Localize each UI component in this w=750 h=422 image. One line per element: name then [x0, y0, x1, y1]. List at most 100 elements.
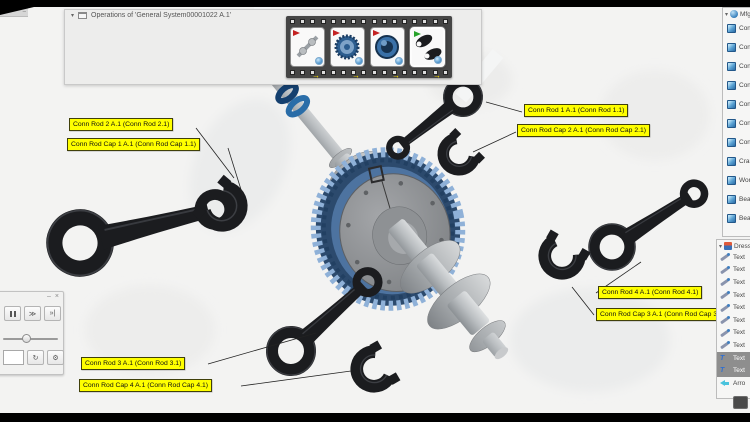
part-label-conn-rod-cap-3[interactable]: Conn Rod Cap 3 A.1 (Conn Rod Cap 3.1)	[596, 308, 729, 321]
tree-item[interactable]: Text	[717, 264, 750, 277]
conn-rod-cap-4[interactable]	[348, 340, 401, 397]
slider-handle[interactable]	[22, 334, 31, 343]
tree-item[interactable]: Arro	[717, 377, 750, 390]
part-label-conn-rod-2[interactable]: Conn Rod 2 A.1 (Conn Rod 2.1)	[69, 118, 173, 131]
pause-button[interactable]	[4, 306, 21, 321]
tree-item-selected[interactable]: TText	[717, 352, 750, 365]
part-label-conn-rod-4[interactable]: Conn Rod 4 A.1 (Conn Rod 4.1)	[598, 286, 702, 299]
part-cube-icon	[727, 24, 736, 33]
part-label-conn-rod-1[interactable]: Conn Rod 1 A.1 (Conn Rod 1.1)	[524, 104, 628, 117]
tree-item-label: Conn	[739, 25, 750, 32]
tree-item[interactable]: Conn	[723, 19, 750, 38]
part-label-conn-rod-cap-4[interactable]: Conn Rod Cap 4 A.1 (Conn Rod Cap 4.1)	[79, 379, 212, 392]
close-icon[interactable]: ×	[55, 293, 59, 300]
timeline-slider[interactable]	[3, 338, 58, 340]
tree-item[interactable]: Conn	[723, 114, 750, 133]
part-cube-icon	[727, 138, 736, 147]
part-cube-icon	[727, 81, 736, 90]
part-label-conn-rod-cap-1[interactable]: Conn Rod Cap 1 A.1 (Conn Rod Cap 1.1)	[67, 138, 200, 151]
collapse-arrow-icon[interactable]: ▾	[725, 11, 728, 18]
tree-item-label: Text	[733, 367, 745, 374]
tree-item-selected[interactable]: TText	[717, 364, 750, 377]
sequence-arrow-icon: →	[312, 71, 320, 80]
sequence-arrow-icon: →	[352, 71, 360, 80]
text-annotation-icon	[720, 315, 730, 325]
tree-item-label: Conn	[739, 139, 750, 146]
tree-item-label: Text	[733, 266, 745, 273]
tree-item[interactable]: Conn	[723, 38, 750, 57]
operations-panel: ▾ Operations of 'General System00001022 …	[64, 9, 482, 85]
sequence-arrow-icon: →	[433, 71, 441, 80]
tree-item[interactable]: Cran	[723, 152, 750, 171]
part-cube-icon	[727, 43, 736, 52]
text-annotation-icon	[720, 290, 730, 300]
mfg-panel-header[interactable]: ▾ Mfg	[723, 8, 750, 19]
video-overlay-icon[interactable]	[733, 396, 748, 409]
tree-item-label: Conn	[739, 120, 750, 127]
skip-to-end-icon: »|	[50, 310, 56, 317]
player-settings-button[interactable]: ⚙	[47, 350, 64, 365]
tree-item[interactable]: Text	[717, 289, 750, 302]
tree-item-label: Arro	[733, 380, 745, 387]
text-annotation-icon	[720, 328, 730, 338]
product-sphere-icon	[730, 10, 738, 18]
conn-rod-cap-2[interactable]	[433, 128, 485, 180]
tree-item[interactable]: Text	[717, 339, 750, 352]
part-cube-icon	[727, 62, 736, 71]
operation-type-icon	[355, 57, 363, 65]
conn-rod-cap-3[interactable]	[533, 230, 590, 283]
tree-item[interactable]: Conn	[723, 57, 750, 76]
tree-item[interactable]: Text	[717, 314, 750, 327]
letterbox-bottom	[0, 413, 750, 422]
tree-item[interactable]: Conn	[723, 133, 750, 152]
tree-item-label: Bear	[739, 196, 750, 203]
status-flag-icon	[414, 31, 421, 37]
status-flag-icon	[333, 30, 340, 36]
part-label-conn-rod-cap-2[interactable]: Conn Rod Cap 2 A.1 (Conn Rod Cap 2.1)	[517, 124, 650, 137]
tree-item[interactable]: Text	[717, 327, 750, 340]
operations-panel-title: Operations of 'General System00001022 A.…	[91, 12, 231, 19]
tree-item[interactable]: Text	[717, 276, 750, 289]
tree-item-label: Text	[733, 355, 745, 362]
tree-item[interactable]: Worm	[723, 171, 750, 190]
tree-item[interactable]: Text	[717, 251, 750, 264]
loop-button[interactable]: ↻	[27, 350, 44, 365]
letterbox-top	[0, 0, 750, 7]
conn-rod-3[interactable]	[257, 257, 392, 385]
fast-forward-button[interactable]: ≫	[24, 306, 41, 321]
operation-frame-crankshaft[interactable]	[290, 27, 325, 67]
text-note-icon: T	[720, 367, 730, 374]
skip-to-end-button[interactable]: »|	[44, 306, 61, 321]
minimize-icon[interactable]: –	[47, 293, 51, 300]
tree-item-label: Worm	[739, 177, 750, 184]
tree-item[interactable]: Bear	[723, 209, 750, 228]
tree-item-label: Conn	[739, 63, 750, 70]
tree-item[interactable]: Conn	[723, 76, 750, 95]
operations-filmstrip: → → → →	[286, 16, 452, 78]
dress-panel-header[interactable]: ▾ Dress	[717, 240, 750, 251]
tree-item[interactable]: Text	[717, 301, 750, 314]
conn-rod-2[interactable]	[41, 174, 237, 282]
part-label-conn-rod-3[interactable]: Conn Rod 3 A.1 (Conn Rod 3.1)	[81, 357, 185, 370]
part-cube-icon	[727, 119, 736, 128]
collapse-arrow-icon[interactable]: ▾	[71, 12, 74, 19]
tree-item-label: Conn	[739, 101, 750, 108]
conn-rod-4[interactable]	[580, 169, 715, 279]
tree-item[interactable]: Conn	[723, 95, 750, 114]
tree-item-label: Cran	[739, 158, 750, 165]
tree-item[interactable]: Bear	[723, 190, 750, 209]
speed-input[interactable]	[3, 350, 24, 365]
tree-item-label: Text	[733, 254, 745, 261]
mfg-panel-title: Mfg	[740, 11, 750, 18]
part-cube-icon	[727, 214, 736, 223]
collapse-arrow-icon[interactable]: ▾	[719, 243, 722, 250]
operation-type-icon	[434, 56, 442, 64]
window-icon	[78, 12, 87, 19]
text-annotation-icon	[720, 252, 730, 262]
operation-frame-pulley[interactable]	[370, 27, 405, 67]
simulation-player-panel: – × ≫ »| ↻ ⚙	[0, 291, 64, 375]
status-flag-icon	[293, 30, 300, 36]
operation-frame-timing-gear[interactable]	[330, 27, 365, 67]
gear-icon: ⚙	[52, 354, 58, 362]
operation-frame-connecting-rods[interactable]	[410, 27, 445, 67]
